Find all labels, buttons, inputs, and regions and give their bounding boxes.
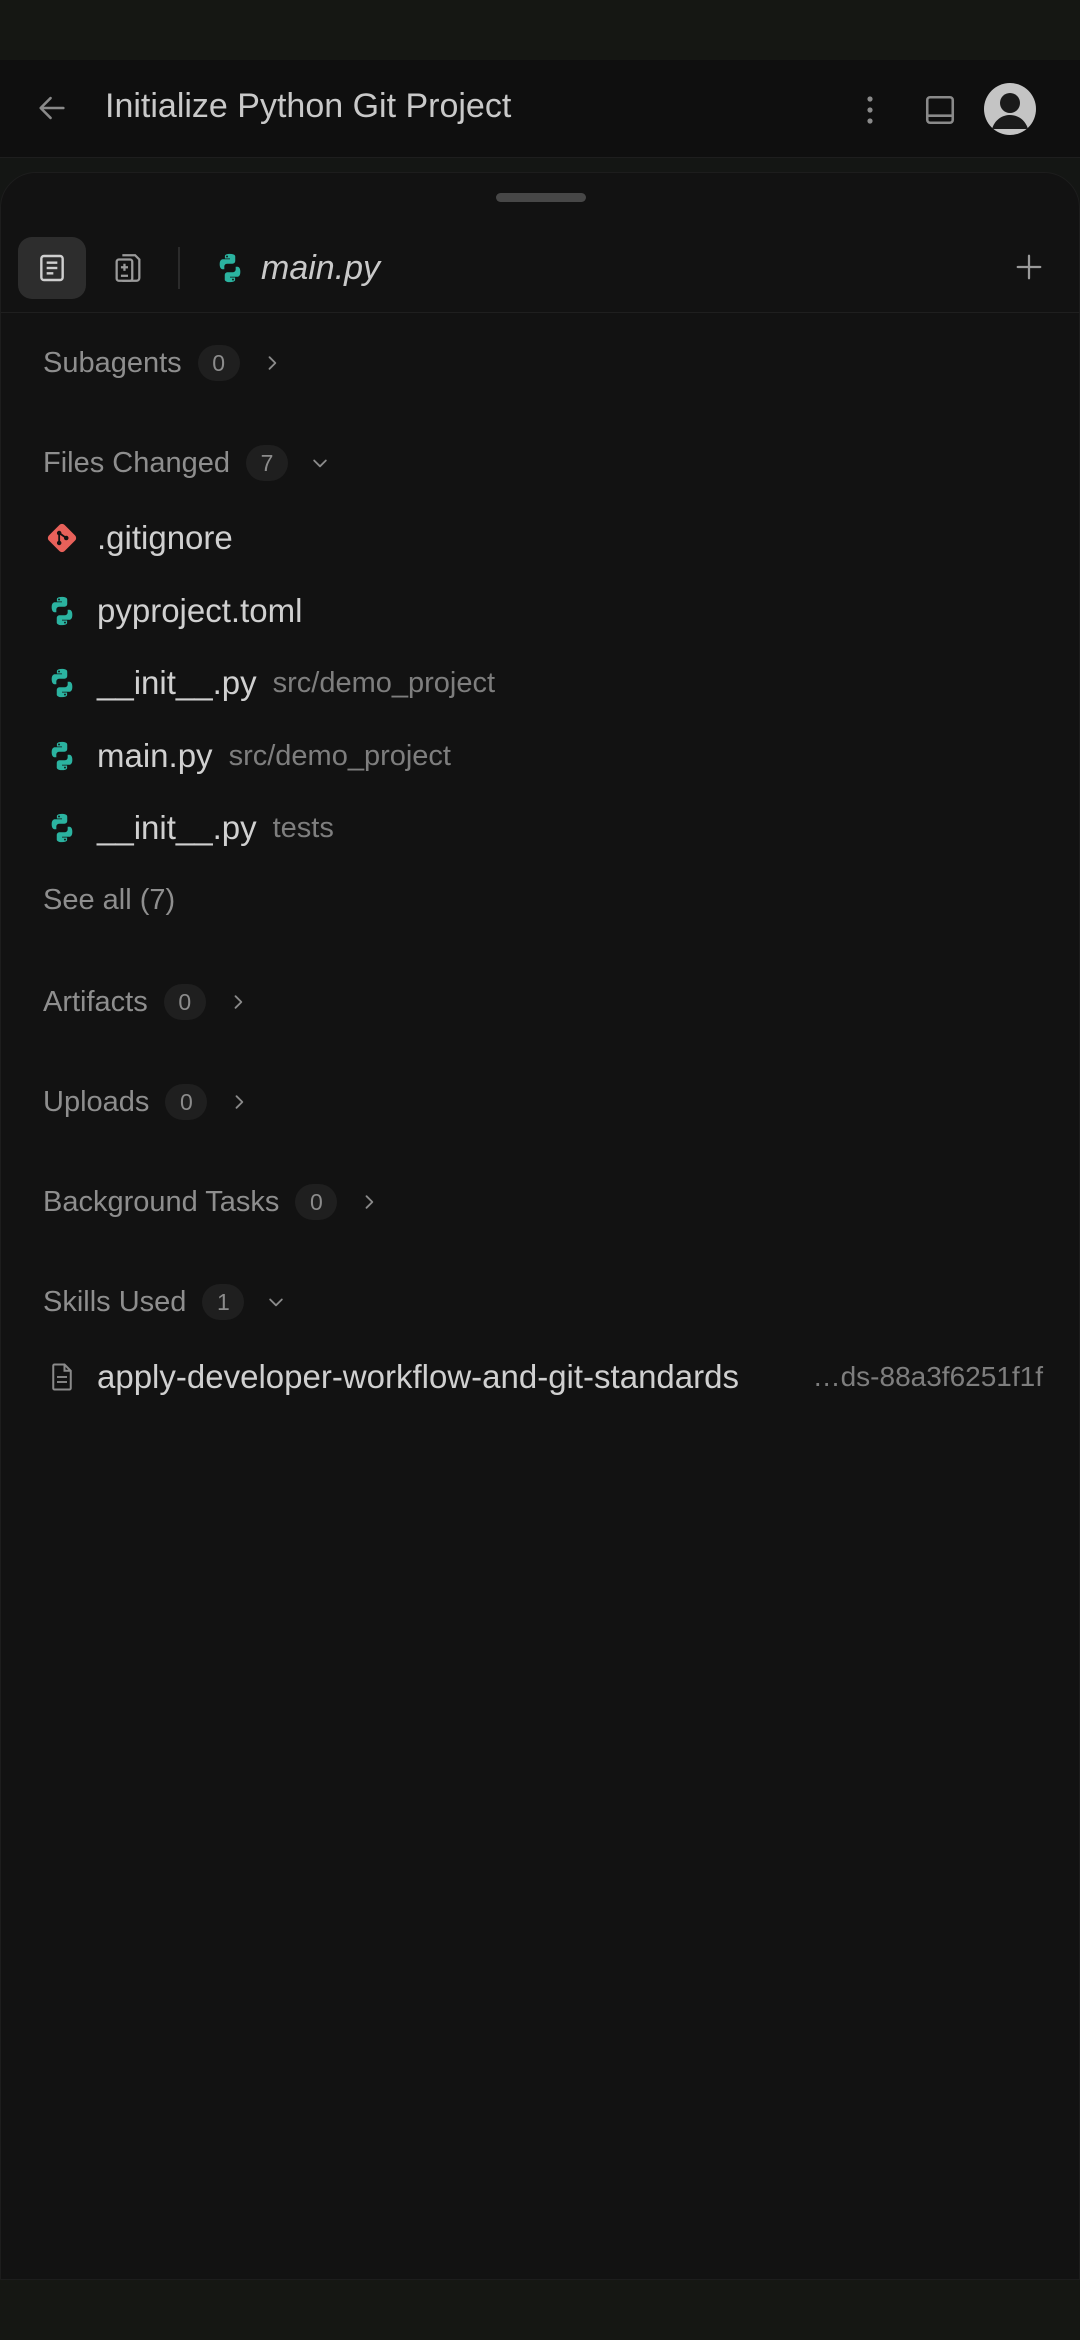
file-row[interactable]: __init__.py src/demo_project [43, 655, 495, 711]
chevron-right-icon [225, 1088, 253, 1116]
chevron-right-icon [258, 349, 286, 377]
document-icon [43, 1358, 81, 1396]
diff-tab-button[interactable] [94, 237, 162, 299]
skill-row[interactable]: apply-developer-workflow-and-git-standar… [43, 1349, 1043, 1405]
file-name: pyproject.toml [97, 592, 303, 629]
section-label: Artifacts [43, 985, 148, 1018]
file-row[interactable]: main.py src/demo_project [43, 728, 451, 784]
git-icon [43, 519, 81, 557]
python-icon [43, 737, 81, 775]
section-background-tasks[interactable]: Background Tasks 0 [43, 1178, 383, 1226]
file-row[interactable]: pyproject.toml [43, 583, 302, 639]
section-label: Skills Used [43, 1285, 187, 1318]
section-skills-used[interactable]: Skills Used 1 [43, 1278, 290, 1326]
file-path: src/demo_project [272, 666, 496, 699]
more-options-button[interactable] [850, 88, 890, 132]
file-row[interactable]: __init__.py tests [43, 800, 334, 856]
add-button[interactable] [1007, 245, 1051, 289]
document-lines-icon [40, 254, 64, 282]
see-all-link[interactable]: See all (7) [43, 884, 175, 917]
chevron-down-icon [306, 449, 334, 477]
python-icon [43, 809, 81, 847]
page-title: Initialize Python Git Project [105, 87, 512, 125]
python-icon [43, 664, 81, 702]
arrow-left-icon [39, 96, 65, 120]
file-row[interactable]: .gitignore [43, 510, 233, 566]
summary-tab-button[interactable] [18, 237, 86, 299]
status-bar [0, 0, 1080, 60]
count-badge: 7 [246, 445, 288, 481]
panel-layout-icon [925, 95, 955, 125]
open-file-tab[interactable]: main.py [213, 245, 380, 291]
section-label: Files Changed [43, 446, 230, 479]
section-uploads[interactable]: Uploads 0 [43, 1078, 253, 1126]
section-label: Uploads [43, 1085, 150, 1118]
file-diff-icon [115, 254, 141, 282]
details-sheet: main.py Subagents 0 Files Changed 7 .git… [0, 172, 1080, 2280]
count-badge: 1 [202, 1284, 245, 1320]
user-avatar-icon [992, 93, 1028, 129]
file-name: __init__.py [97, 809, 257, 846]
section-subagents[interactable]: Subagents 0 [43, 339, 286, 387]
python-icon [43, 592, 81, 630]
file-name: main.py [97, 737, 213, 774]
count-badge: 0 [295, 1184, 338, 1220]
section-files-changed[interactable]: Files Changed 7 [43, 439, 334, 487]
open-file-name: main.py [261, 248, 381, 287]
toolbar-divider [178, 247, 180, 289]
skill-hash: …ds-88a3f6251f1f [812, 1361, 1043, 1392]
count-badge: 0 [163, 984, 206, 1020]
drag-handle[interactable] [496, 193, 586, 202]
sheet-toolbar: main.py [1, 225, 1080, 313]
toggle-panel-button[interactable] [918, 88, 962, 132]
plus-icon [1016, 254, 1042, 280]
file-path: src/demo_project [228, 739, 451, 772]
back-button[interactable] [30, 86, 74, 130]
skill-name: apply-developer-workflow-and-git-standar… [97, 1358, 739, 1395]
avatar[interactable] [984, 83, 1036, 135]
section-artifacts[interactable]: Artifacts 0 [43, 978, 252, 1026]
file-name: __init__.py [97, 664, 257, 701]
kebab-menu-icon [867, 96, 873, 124]
chevron-right-icon [224, 988, 252, 1016]
chevron-right-icon [355, 1188, 383, 1216]
app-header: Initialize Python Git Project [0, 60, 1080, 158]
file-path: tests [272, 811, 334, 844]
system-nav-bar [0, 2280, 1080, 2340]
count-badge: 0 [197, 345, 240, 381]
python-icon [219, 253, 241, 283]
count-badge: 0 [165, 1084, 208, 1120]
chevron-down-icon [262, 1288, 290, 1316]
section-label: Background Tasks [43, 1185, 280, 1218]
section-label: Subagents [43, 346, 182, 379]
file-name: .gitignore [97, 519, 233, 556]
